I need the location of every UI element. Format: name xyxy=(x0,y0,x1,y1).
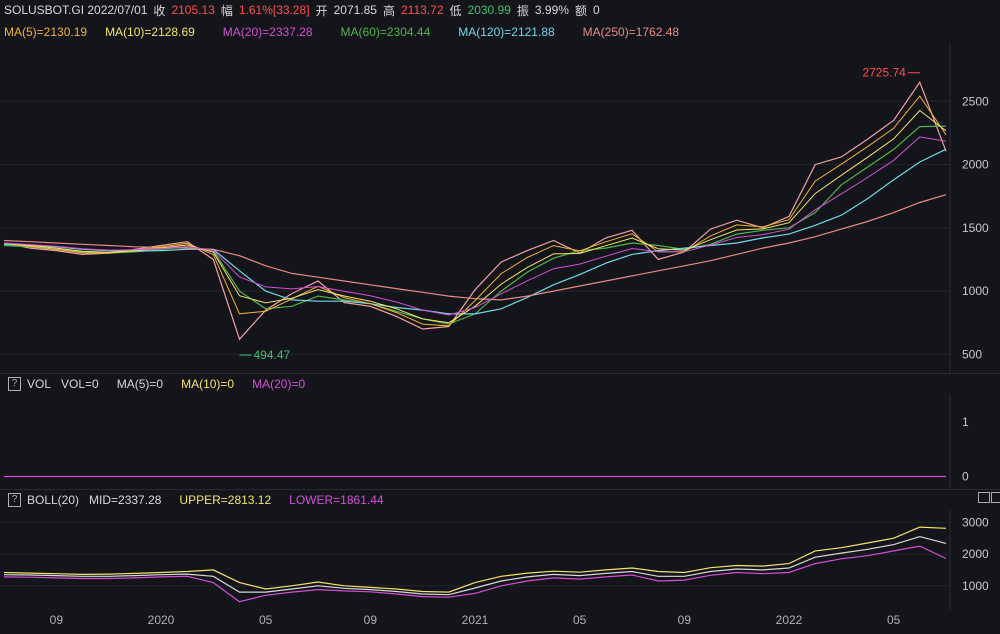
price-series-ma60 xyxy=(3,125,947,325)
price-y-tick-label: 500 xyxy=(962,347,982,361)
vol-ma20: MA(20)=0 xyxy=(252,377,306,391)
vol-value: VOL=0 xyxy=(61,377,99,391)
window-icon[interactable] xyxy=(978,492,990,503)
price-y-tick-label: 1000 xyxy=(962,284,989,298)
volume-chart[interactable]: 01 xyxy=(0,394,1000,488)
change-label: 幅 xyxy=(220,3,233,18)
x-tick-label: 09 xyxy=(678,613,692,627)
high-label: 高 xyxy=(382,3,395,18)
price-y-tick-label: 2500 xyxy=(962,94,989,108)
boll-title: BOLL(20) xyxy=(27,493,80,507)
symbol-date: SOLUSBOT.GI 2022/07/01 xyxy=(4,3,148,17)
vol-y-tick-label: 0 xyxy=(962,470,969,484)
open-value: 2071.85 xyxy=(333,3,377,17)
ma20-legend: MA(20)=2337.28 xyxy=(222,25,313,39)
low-annotation: 494.47 xyxy=(254,348,291,362)
ma5-legend: MA(5)=2130.19 xyxy=(4,25,88,39)
ma60-legend: MA(60)=2304.44 xyxy=(340,25,431,39)
high-value: 2113.72 xyxy=(401,3,444,17)
low-value: 2030.99 xyxy=(467,3,511,17)
amount-value: 0 xyxy=(592,3,600,17)
price-series-ma20 xyxy=(3,136,947,316)
change-value: 1.61%[33.28] xyxy=(238,3,310,17)
boll-y-tick-label: 3000 xyxy=(962,515,989,529)
x-tick-label: 2022 xyxy=(776,613,803,627)
amp-value: 3.99% xyxy=(534,3,569,17)
amount-label: 额 xyxy=(574,3,587,18)
x-tick-label: 05 xyxy=(887,613,901,627)
x-tick-label: 2021 xyxy=(462,613,489,627)
low-label: 低 xyxy=(449,3,462,18)
price-y-tick-label: 1500 xyxy=(962,221,989,235)
close-value: 2105.13 xyxy=(171,3,215,17)
ma-legend: MA(5)=2130.19 MA(10)=2128.69 MA(20)=2337… xyxy=(0,22,1000,42)
price-y-tick-label: 2000 xyxy=(962,158,989,172)
boll-upper: UPPER=2813.12 xyxy=(179,493,272,507)
price-chart[interactable]: 500 1000 1500 2000 2500 2725.74 494.47 xyxy=(0,43,1000,373)
ma120-legend: MA(120)=2121.88 xyxy=(458,25,555,39)
x-tick-label: 09 xyxy=(50,613,64,627)
high-annotation: 2725.74 xyxy=(862,66,906,80)
ma10-legend: MA(10)=2128.69 xyxy=(105,25,195,39)
vol-title: VOL xyxy=(27,377,52,391)
boll-y-tick-label: 2000 xyxy=(962,547,989,561)
vol-y-tick-label: 1 xyxy=(962,415,969,429)
x-tick-label: 09 xyxy=(364,613,378,627)
boll-y-tick-label: 1000 xyxy=(962,579,989,593)
help-icon-boll[interactable]: ? xyxy=(8,493,21,507)
vol-header: ? VOL VOL=0 MA(5)=0 MA(10)=0 MA(20)=0 xyxy=(0,373,1000,394)
x-tick-label: 05 xyxy=(573,613,587,627)
boll-chart[interactable]: 1000 2000 3000 09 2020 05 09 2021 05 09 2022 05 xyxy=(0,510,1000,634)
boll-header: ? BOLL(20) MID=2337.28 UPPER=2813.12 LOW… xyxy=(0,489,1000,510)
vol-ma10: MA(10)=0 xyxy=(181,377,235,391)
boll-mid: MID=2337.28 xyxy=(89,493,162,507)
amp-label: 振 xyxy=(516,3,529,18)
ma250-legend: MA(250)=1762.48 xyxy=(582,25,680,39)
vol-ma5: MA(5)=0 xyxy=(116,377,164,391)
help-icon[interactable]: ? xyxy=(8,377,21,391)
boll-lower: LOWER=1861.44 xyxy=(289,493,384,507)
close-label: 收 xyxy=(153,3,166,18)
quote-header: SOLUSBOT.GI 2022/07/01 收 2105.13 幅 1.61%… xyxy=(0,0,1000,20)
x-tick-label: 2020 xyxy=(148,613,175,627)
open-label: 开 xyxy=(315,3,328,18)
boll-series-upper xyxy=(3,526,947,593)
settings-icon[interactable] xyxy=(991,492,1000,503)
price-series-ma250 xyxy=(3,194,947,301)
x-tick-label: 05 xyxy=(259,613,273,627)
